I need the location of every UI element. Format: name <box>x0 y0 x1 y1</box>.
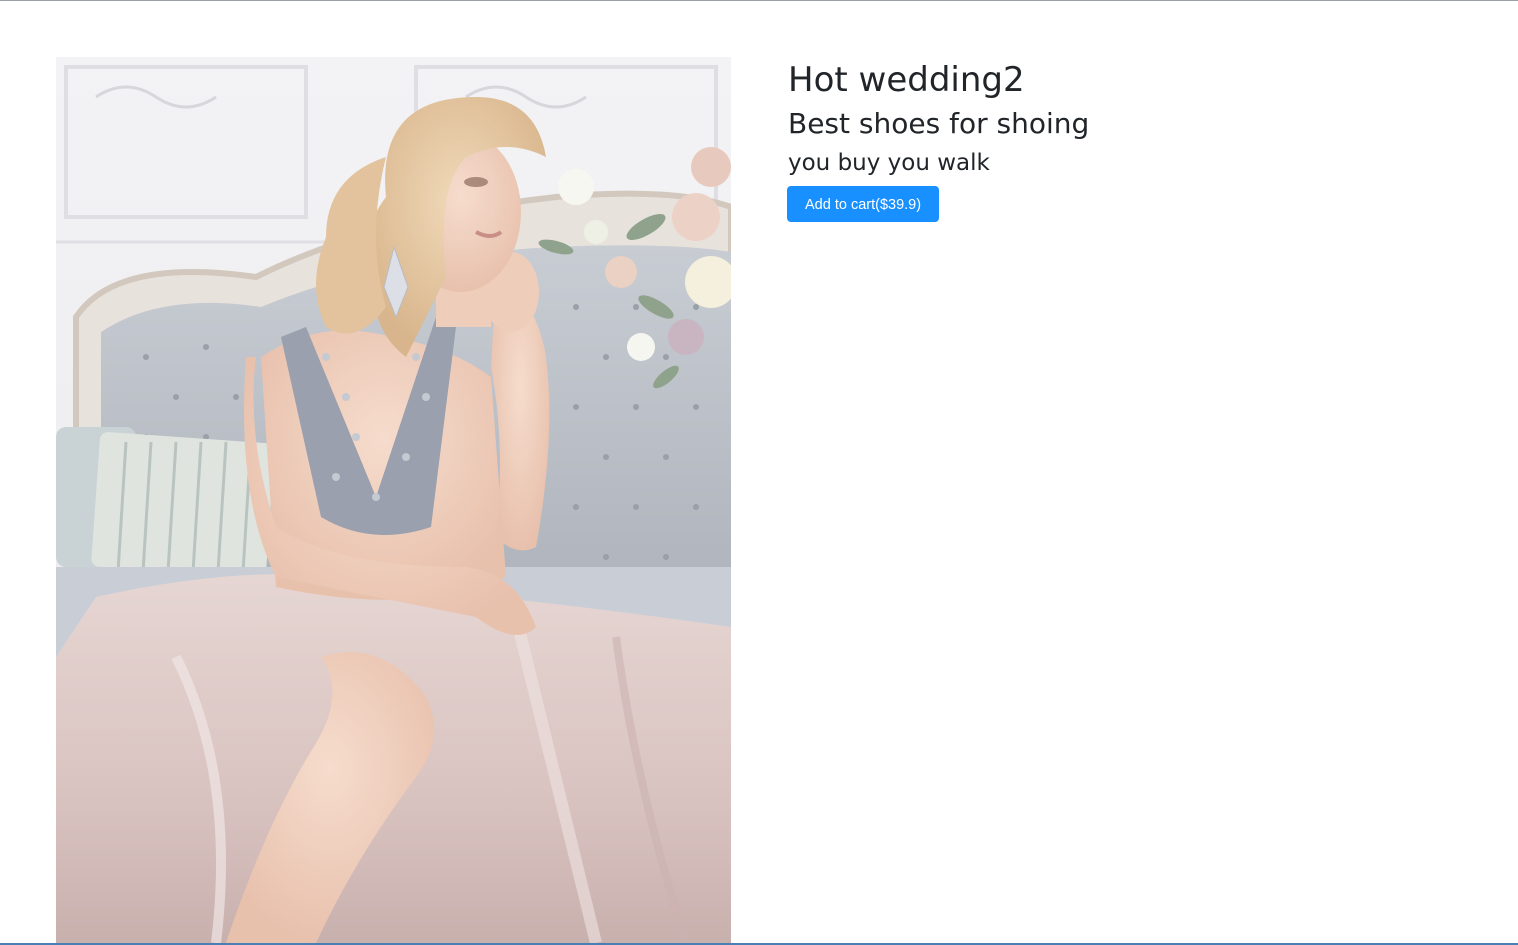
product-info: Hot wedding2 Best shoes for shoing you b… <box>787 58 1488 222</box>
top-divider <box>0 0 1518 1</box>
product-subtitle: Best shoes for shoing <box>788 107 1090 140</box>
product-title: Hot wedding2 <box>788 60 1025 100</box>
product-photo <box>56 57 731 943</box>
product-tagline: you buy you walk <box>788 150 990 176</box>
add-to-cart-button[interactable]: Add to cart($39.9) <box>787 186 940 222</box>
